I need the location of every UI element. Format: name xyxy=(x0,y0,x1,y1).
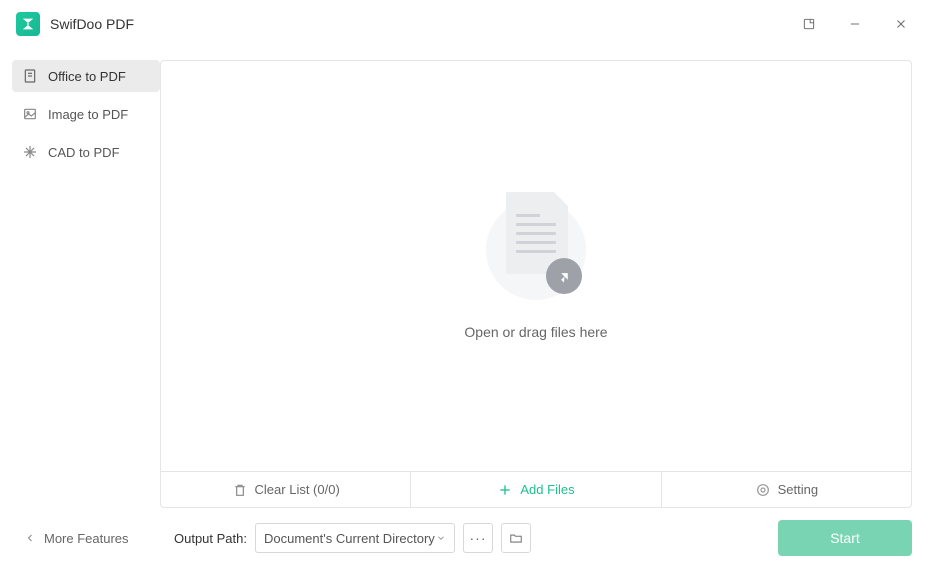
titlebar: SwifDoo PDF xyxy=(0,0,928,48)
app-title: SwifDoo PDF xyxy=(50,16,134,32)
sidebar-item-label: Image to PDF xyxy=(48,107,128,122)
add-files-button[interactable]: Add Files xyxy=(411,472,660,507)
sidebar: Office to PDF Image to PDF CAD to PDF xyxy=(12,60,160,508)
minimize-button[interactable] xyxy=(832,0,878,48)
clear-list-icon xyxy=(232,482,248,498)
sidebar-item-office-to-pdf[interactable]: Office to PDF xyxy=(12,60,160,92)
start-button[interactable]: Start xyxy=(778,520,912,556)
office-icon xyxy=(22,68,38,84)
drop-hint-text: Open or drag files here xyxy=(464,324,607,340)
body-area: Office to PDF Image to PDF CAD to PDF xyxy=(0,48,928,508)
output-path-label: Output Path: xyxy=(174,531,247,546)
more-options-button[interactable]: ··· xyxy=(463,523,493,553)
folder-icon xyxy=(509,531,523,545)
ellipsis-icon: ··· xyxy=(470,531,487,545)
clear-list-button[interactable]: Clear List (0/0) xyxy=(161,472,410,507)
clear-list-label: Clear List (0/0) xyxy=(255,482,340,497)
add-files-icon xyxy=(497,482,513,498)
main-panel: Open or drag files here Clear List (0/0)… xyxy=(160,60,912,508)
more-features-button[interactable]: More Features xyxy=(16,531,144,546)
drop-graphic-icon xyxy=(476,192,596,302)
sidebar-item-cad-to-pdf[interactable]: CAD to PDF xyxy=(12,136,160,168)
close-button[interactable] xyxy=(878,0,924,48)
window-extra-button[interactable] xyxy=(786,0,832,48)
setting-icon xyxy=(755,482,771,498)
cad-icon xyxy=(22,144,38,160)
app-logo-icon xyxy=(16,12,40,36)
output-path-select[interactable]: Document's Current Directory xyxy=(255,523,455,553)
drop-zone[interactable]: Open or drag files here xyxy=(161,61,911,471)
output-path-value: Document's Current Directory xyxy=(264,531,435,546)
chevron-down-icon xyxy=(436,533,446,543)
sidebar-item-label: Office to PDF xyxy=(48,69,126,84)
start-label: Start xyxy=(830,530,860,546)
setting-button[interactable]: Setting xyxy=(662,472,911,507)
sidebar-item-label: CAD to PDF xyxy=(48,145,120,160)
footer: More Features Output Path: Document's Cu… xyxy=(0,508,928,568)
browse-folder-button[interactable] xyxy=(501,523,531,553)
setting-label: Setting xyxy=(778,482,818,497)
action-bar: Clear List (0/0) Add Files Setting xyxy=(161,471,911,507)
more-features-label: More Features xyxy=(44,531,129,546)
image-icon xyxy=(22,106,38,122)
add-files-label: Add Files xyxy=(520,482,574,497)
sidebar-item-image-to-pdf[interactable]: Image to PDF xyxy=(12,98,160,130)
